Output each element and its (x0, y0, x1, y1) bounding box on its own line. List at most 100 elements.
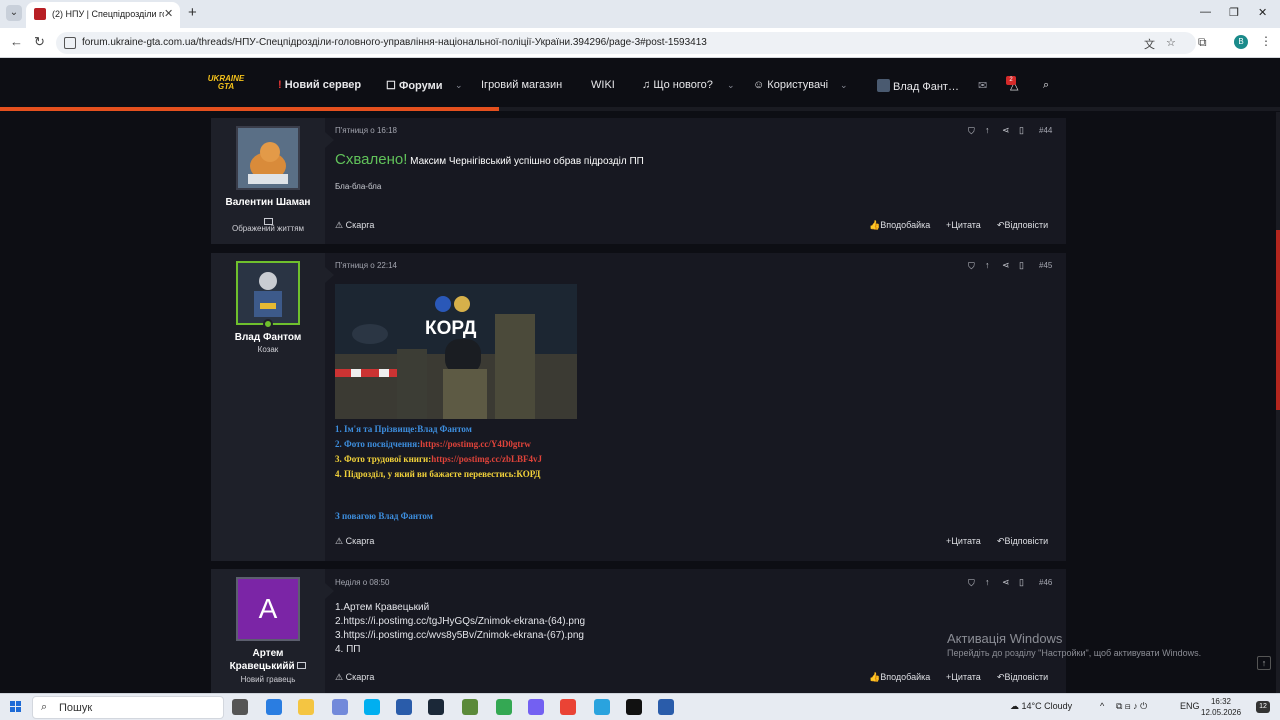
chevron-down-icon[interactable]: ⌄ (727, 80, 735, 91)
app-icon-2[interactable] (658, 699, 674, 715)
post-arrow (325, 583, 334, 599)
scroll-to-top-button[interactable]: ↑ (1257, 656, 1271, 670)
page-scrollbar[interactable] (1276, 112, 1280, 693)
report-label: Скарга (345, 220, 375, 230)
tab-search-button[interactable]: ⌄ (6, 5, 22, 21)
chrome-icon[interactable] (496, 699, 512, 715)
nav-wiki[interactable]: WIKI (591, 79, 615, 91)
minimize-button[interactable]: — (1200, 6, 1211, 18)
reload-button[interactable]: ↻ (34, 34, 45, 50)
kord-banner-image[interactable]: КОРД (335, 284, 577, 419)
ignore-icon[interactable]: ⛉ (968, 578, 975, 589)
translate-icon[interactable]: 文 (1144, 36, 1155, 52)
inbox-icon[interactable]: ✉ (978, 79, 987, 92)
post-number[interactable]: #45 (1039, 261, 1052, 270)
address-bar[interactable]: forum.ukraine-gta.com.ua/threads/НПУ-Спе… (56, 32, 1196, 54)
windows-activation-title: Активація Windows (947, 631, 1063, 646)
taskbar-search[interactable]: ⌕ Пошук (32, 696, 224, 719)
tiktok-icon[interactable] (626, 699, 642, 715)
ignore-icon[interactable]: ⛉ (968, 126, 975, 137)
weather-widget[interactable]: ☁ 14°C Cloudy (1010, 701, 1072, 712)
site-info-icon[interactable] (64, 37, 76, 49)
site-logo[interactable]: UKRAINE GTA (206, 74, 246, 96)
arrow-up-icon[interactable]: ↑ (985, 577, 990, 587)
post-number[interactable]: #44 (1039, 126, 1052, 135)
post-date[interactable]: Неділя о 08:50 (335, 578, 389, 587)
post-date[interactable]: П'ятниця о 16:18 (335, 126, 397, 135)
ignore-icon[interactable]: ⛉ (968, 261, 975, 272)
restore-button[interactable]: ❐ (1229, 6, 1239, 19)
notification-badge[interactable]: 12 (1256, 701, 1270, 713)
post-number[interactable]: #46 (1039, 578, 1052, 587)
report-link[interactable]: ⚠ Скарга (335, 220, 374, 231)
reply-button[interactable]: ↶Відповісти (997, 220, 1048, 231)
copilot-icon[interactable] (266, 699, 282, 715)
quote-button[interactable]: +Цитата (946, 220, 981, 230)
profile-avatar[interactable]: B (1234, 35, 1248, 49)
tab-close-icon[interactable]: ✕ (164, 7, 173, 20)
post-date[interactable]: П'ятниця о 22:14 (335, 261, 397, 270)
report-link[interactable]: ⚠ Скарга (335, 536, 374, 547)
skype-icon[interactable] (364, 699, 380, 715)
like-button[interactable]: 👍Вподобайка (869, 220, 930, 231)
scrollbar-thumb[interactable] (1276, 230, 1280, 410)
report-link[interactable]: ⚠ Скарга (335, 672, 374, 683)
post-author[interactable]: Влад Фантом (211, 332, 325, 343)
id-photo-link[interactable]: https://postimg.cc/Y4D0gtrw (420, 439, 531, 449)
bookmark-icon[interactable]: ▯ (1019, 260, 1024, 271)
browser-menu-icon[interactable]: ⋮ (1260, 34, 1272, 48)
arrow-up-icon[interactable]: ↑ (985, 125, 990, 135)
bookmark-icon[interactable]: ▯ (1019, 125, 1024, 136)
user-title: Козак (257, 345, 279, 354)
telegram-icon[interactable] (594, 699, 610, 715)
chevron-down-icon[interactable]: ⌄ (840, 80, 848, 91)
mail-icon[interactable] (297, 662, 307, 669)
nav-whats-new[interactable]: ♫ Що нового? (642, 79, 713, 91)
nav-shop[interactable]: Ігровий магазин (481, 79, 562, 91)
avatar-valentyn[interactable] (236, 126, 300, 190)
quote-button[interactable]: +Цитата (946, 672, 981, 682)
search-icon[interactable]: ⌕ (1043, 79, 1049, 92)
steam-icon[interactable] (428, 699, 444, 715)
avatar-artem[interactable]: А (236, 577, 300, 641)
nav-forums[interactable]: ☐ Форуми (386, 79, 443, 92)
nav-account[interactable]: Влад Фант… (877, 79, 959, 93)
tray-chevron-icon[interactable]: ^ (1100, 701, 1104, 711)
reply-button[interactable]: ↶Відповісти (997, 536, 1048, 547)
back-button[interactable]: ← (10, 34, 23, 49)
share-icon[interactable]: ⋖ (1002, 125, 1010, 136)
workbook-photo-link[interactable]: https://postimg.cc/zbLBF4vJ (431, 454, 542, 464)
bookmark-star-icon[interactable]: ☆ (1166, 36, 1176, 49)
chevron-down-icon[interactable]: ⌄ (455, 80, 463, 91)
viber-icon[interactable] (528, 699, 544, 715)
share-icon[interactable]: ⋖ (1002, 577, 1010, 588)
avatar-vlad[interactable] (236, 261, 300, 325)
new-tab-button[interactable]: + (188, 4, 197, 21)
nav-users[interactable]: ☺ Користувачі (753, 79, 828, 91)
reply-button[interactable]: ↶Відповісти (997, 672, 1048, 683)
post-author-line2[interactable]: Кравецькийй (211, 661, 325, 672)
tray-icons[interactable]: ⧉ ⊟ ♪ ⏻ (1116, 701, 1147, 712)
discord-icon[interactable] (332, 699, 348, 715)
post-author[interactable]: Валентин Шаман (211, 197, 325, 208)
taskbar-clock[interactable]: 16:32 12.05.2026 (1201, 696, 1241, 718)
app-icon[interactable] (396, 699, 412, 715)
bookmark-icon[interactable]: ▯ (1019, 577, 1024, 588)
browser-tab[interactable]: (2) НПУ | Спецпідрозділи голо… ✕ (26, 2, 180, 28)
share-icon[interactable]: ⋖ (1002, 260, 1010, 271)
task-view-icon[interactable] (232, 699, 248, 715)
extensions-icon[interactable]: ⧉ (1198, 35, 1207, 50)
windows-start-icon[interactable] (10, 701, 22, 713)
language-indicator[interactable]: ENG (1180, 701, 1200, 711)
minecraft-icon[interactable] (462, 699, 478, 715)
post-user-block: А Артем Кравецькийй Новий гравець (211, 569, 325, 693)
post-author-line1[interactable]: Артем (211, 648, 325, 659)
page-progress-bar (0, 107, 1280, 111)
file-explorer-icon[interactable] (298, 699, 314, 715)
arrow-up-icon[interactable]: ↑ (985, 260, 990, 270)
chrome-profile-icon[interactable] (560, 699, 576, 715)
nav-new-server[interactable]: ! Новий сервер (278, 79, 361, 91)
close-window-button[interactable]: ✕ (1258, 6, 1267, 19)
quote-button[interactable]: +Цитата (946, 536, 981, 546)
like-button[interactable]: 👍Вподобайка (869, 672, 930, 683)
